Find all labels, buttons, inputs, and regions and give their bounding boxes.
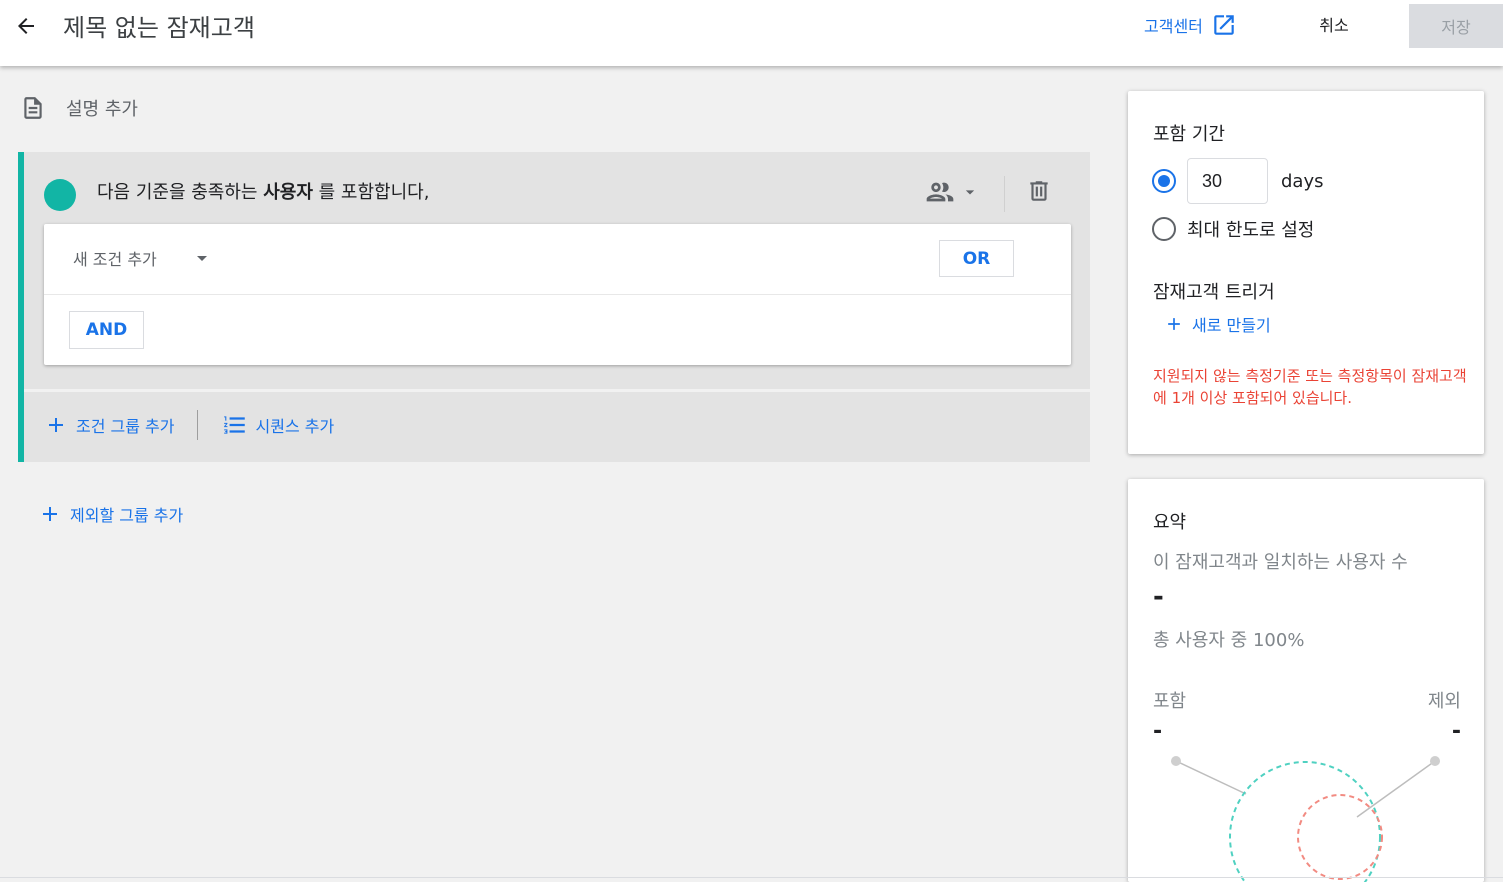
arrow-back-icon [18, 18, 34, 34]
summary-card: 요약 이 잠재고객과 일치하는 사용자 수 - 총 사용자 중 100% 포함 … [1128, 479, 1484, 882]
or-button[interactable]: OR [939, 240, 1014, 277]
exclude-label: 제외 [1427, 691, 1461, 712]
days-unit-label: days [1281, 170, 1324, 192]
add-description-label: 설명 추가 [66, 99, 138, 120]
summary-title: 요약 [1153, 512, 1187, 533]
dropdown-caret-icon [196, 255, 207, 261]
footer-divider [196, 410, 198, 440]
card-divider [44, 294, 1071, 295]
create-trigger-button[interactable]: 새로 만들기 [1164, 312, 1271, 336]
add-condition-group-label: 조건 그룹 추가 [76, 417, 175, 436]
days-input[interactable] [1187, 158, 1268, 204]
summary-user-count: - [1153, 582, 1164, 612]
settings-card: 포함 기간 days 최대 한도로 설정 잠재고객 트리거 새로 만들기 지원되… [1128, 91, 1484, 454]
add-exclude-group-button[interactable]: 제외할 그룹 추가 [38, 502, 183, 526]
bottom-divider [0, 877, 1503, 878]
include-pointer-line [1175, 760, 1247, 795]
audience-trigger-title: 잠재고객 트리거 [1153, 282, 1275, 303]
trash-icon [1030, 181, 1048, 201]
description-icon [24, 97, 42, 119]
open-in-new-icon [1214, 15, 1234, 35]
save-button[interactable]: 저장 [1409, 4, 1503, 48]
add-exclude-group-label: 제외할 그룹 추가 [70, 506, 184, 525]
membership-duration-title: 포함 기간 [1153, 124, 1225, 145]
page-title: 제목 없는 잠재고객 [63, 14, 255, 42]
help-center-label: 고객센터 [1144, 17, 1203, 36]
and-button[interactable]: AND [69, 311, 144, 349]
include-circle [1229, 761, 1381, 882]
exclude-pointer-dot [1430, 756, 1440, 766]
people-icon [926, 182, 954, 202]
add-sequence-label: 시퀀스 추가 [255, 417, 335, 436]
include-pointer-dot [1171, 756, 1181, 766]
plus-icon [43, 507, 57, 521]
back-button[interactable] [10, 10, 42, 42]
create-trigger-label: 새로 만들기 [1192, 316, 1271, 335]
max-limit-radio[interactable] [1152, 217, 1176, 241]
max-limit-label: 최대 한도로 설정 [1187, 220, 1315, 241]
heading-pre: 다음 기준을 충족하는 [97, 182, 264, 203]
condition-card: 새 조건 추가 OR AND [44, 224, 1071, 365]
include-group: 다음 기준을 충족하는 사용자 를 포함합니다, 새 조건 추가 OR AND … [18, 152, 1090, 462]
venn-diagram [1171, 756, 1440, 882]
unsupported-warning: 지원되지 않는 측정기준 또는 측정항목이 잠재고객에 1개 이상 포함되어 있… [1153, 367, 1467, 407]
heading-scope: 사용자 [263, 182, 313, 203]
plus-icon [1168, 318, 1180, 330]
summary-percent: 총 사용자 중 100% [1153, 630, 1305, 651]
days-option-row: days [1152, 158, 1324, 204]
arrow-drop-down-icon [965, 190, 975, 195]
numbered-list-icon [223, 416, 245, 434]
days-radio[interactable] [1152, 169, 1176, 193]
include-label: 포함 [1153, 691, 1187, 712]
group-footer: 조건 그룹 추가 시퀀스 추가 [44, 410, 334, 440]
help-center-link[interactable]: 고객센터 [1144, 12, 1237, 38]
add-condition-group-button[interactable]: 조건 그룹 추가 [44, 413, 175, 437]
add-condition-label: 새 조건 추가 [73, 250, 157, 269]
group-divider [24, 389, 1090, 392]
top-app-bar: 제목 없는 잠재고객 고객센터 취소 저장 [0, 0, 1503, 66]
max-option-row: 최대 한도로 설정 [1152, 216, 1314, 242]
header-divider [1004, 176, 1005, 212]
add-condition-dropdown[interactable]: 새 조건 추가 [73, 246, 207, 270]
cancel-button[interactable]: 취소 [1300, 12, 1368, 36]
scope-dropdown[interactable] [924, 176, 980, 208]
summary-subtitle: 이 잠재고객과 일치하는 사용자 수 [1153, 552, 1408, 573]
add-sequence-button[interactable]: 시퀀스 추가 [222, 412, 335, 438]
delete-group-button[interactable] [1024, 176, 1054, 206]
heading-post: 를 포함합니다, [312, 182, 430, 203]
include-group-indicator [44, 179, 76, 211]
plus-icon [49, 418, 63, 432]
exclude-pointer-line [1356, 760, 1436, 818]
add-description-button[interactable]: 설명 추가 [20, 94, 138, 122]
include-group-heading: 다음 기준을 충족하는 사용자 를 포함합니다, [97, 178, 429, 204]
